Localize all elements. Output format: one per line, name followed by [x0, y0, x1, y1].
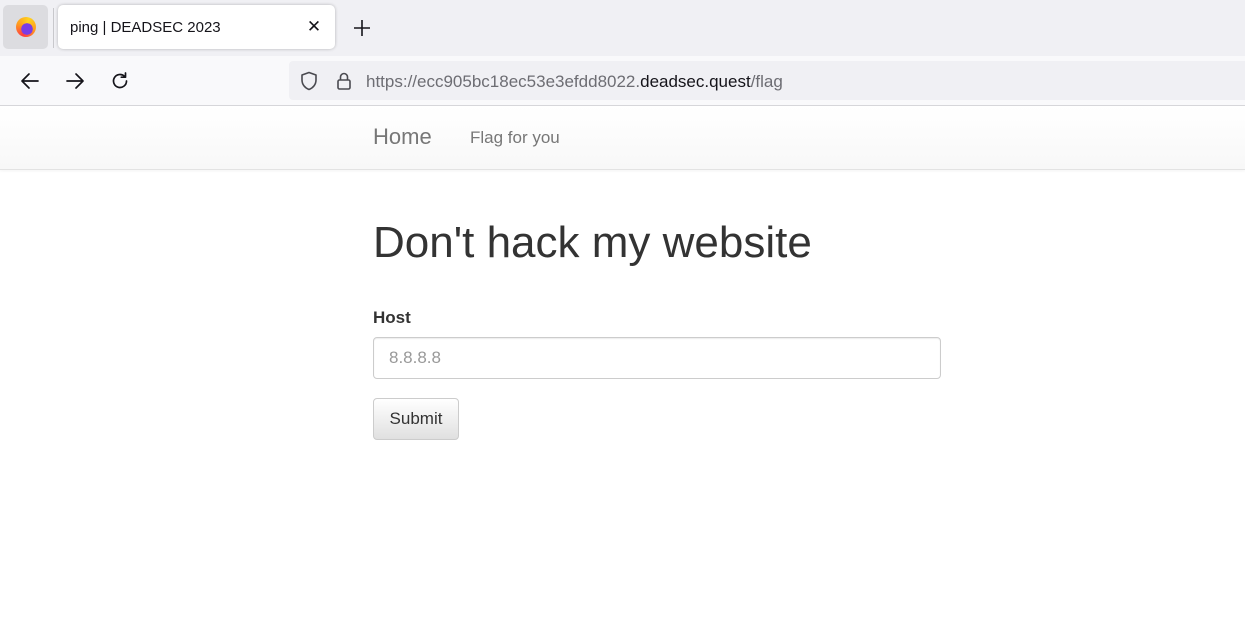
lock-icon[interactable]: [334, 71, 354, 91]
browser-nav-bar: https://ecc905bc18ec53e3efdd8022.deadsec…: [0, 56, 1245, 106]
browser-tab-bar: ping | DEADSEC 2023 ✕: [0, 0, 1245, 56]
host-input[interactable]: [373, 337, 941, 379]
forward-arrow-icon[interactable]: [62, 68, 88, 94]
url-domain: deadsec.quest: [640, 72, 751, 91]
submit-button[interactable]: Submit: [373, 398, 459, 440]
address-bar[interactable]: https://ecc905bc18ec53e3efdd8022.deadsec…: [289, 61, 1245, 100]
back-arrow-icon[interactable]: [17, 68, 43, 94]
url-path: /flag: [750, 72, 783, 91]
plus-icon[interactable]: [350, 16, 374, 40]
nav-link-flag[interactable]: Flag for you: [470, 128, 560, 148]
page-title: Don't hack my website: [373, 218, 812, 267]
close-icon[interactable]: ✕: [303, 16, 325, 38]
reload-icon[interactable]: [107, 68, 133, 94]
url-text[interactable]: https://ecc905bc18ec53e3efdd8022.deadsec…: [366, 72, 783, 92]
tab-title: ping | DEADSEC 2023: [70, 19, 221, 36]
host-label: Host: [373, 308, 411, 327]
nav-brand-home[interactable]: Home: [373, 124, 432, 150]
active-tab[interactable]: ping | DEADSEC 2023 ✕: [58, 5, 335, 49]
url-prefix: https://ecc905bc18ec53e3efdd8022.: [366, 72, 641, 91]
shield-icon[interactable]: [299, 71, 319, 91]
firefox-menu-button[interactable]: [3, 5, 48, 49]
tab-divider: [53, 8, 54, 48]
site-navbar: Home Flag for you: [0, 106, 1245, 170]
firefox-logo-icon: [15, 17, 36, 37]
